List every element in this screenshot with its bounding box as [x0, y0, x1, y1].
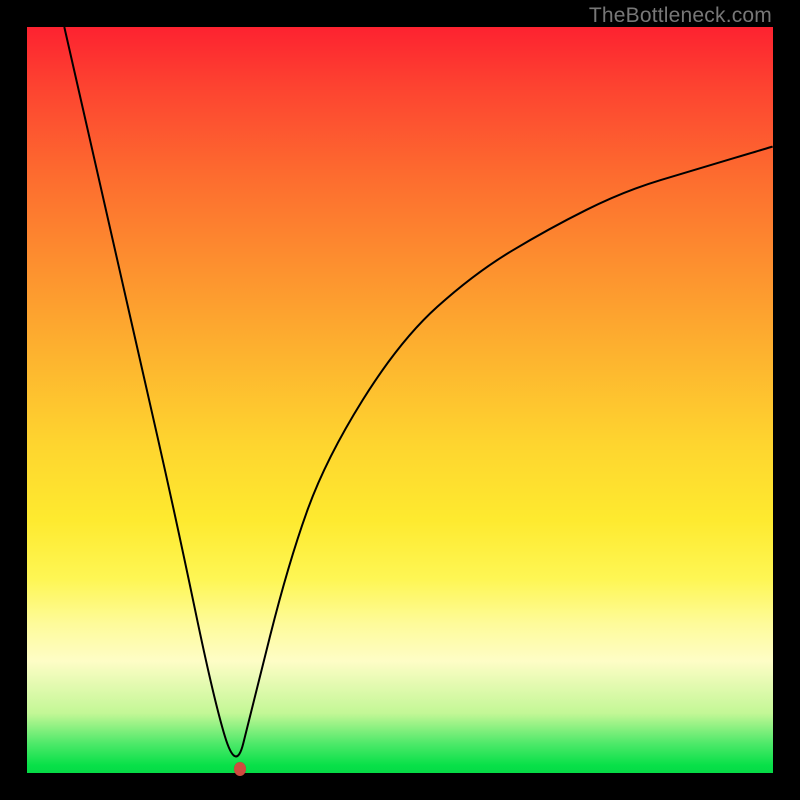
- bottleneck-curve-path: [64, 27, 773, 756]
- optimum-marker-dot: [234, 762, 246, 776]
- chart-curve-svg: [27, 27, 773, 773]
- watermark-text: TheBottleneck.com: [589, 4, 772, 28]
